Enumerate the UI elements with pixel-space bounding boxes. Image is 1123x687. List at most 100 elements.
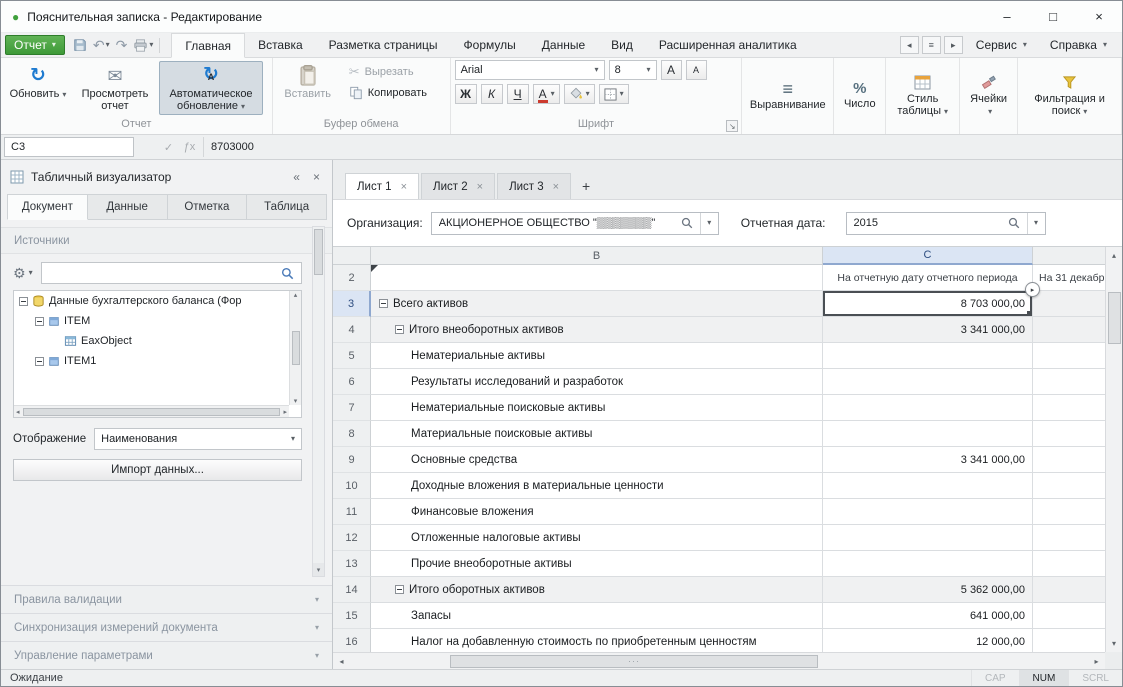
tree-item-balance-data[interactable]: Данные бухгалтерского баланса (Фор (14, 291, 301, 311)
grid-cell[interactable] (1033, 551, 1105, 577)
scrollbar-thumb[interactable] (1108, 292, 1121, 344)
redo-button[interactable]: ↷ (113, 35, 131, 56)
row-number[interactable]: 13 (333, 551, 371, 577)
grid-cell[interactable] (1033, 317, 1105, 343)
ribbon-tab-insert[interactable]: Вставка (245, 33, 316, 57)
maximize-button[interactable]: □ (1030, 1, 1076, 32)
scroll-down-icon[interactable]: ▾ (1106, 635, 1123, 652)
font-color-button[interactable]: А ▾ (533, 84, 560, 104)
scroll-right-icon[interactable]: ▸ (1088, 653, 1105, 670)
grid-cell[interactable]: 12 000,00 (823, 629, 1033, 652)
panel-tab-data[interactable]: Данные (87, 194, 168, 220)
grid-cell[interactable]: На 31 декабр (1033, 265, 1105, 291)
grid-cell[interactable]: Итого оборотных активов (371, 577, 823, 603)
row-number[interactable]: 3 (333, 291, 371, 317)
grid-cell[interactable]: Основные средства (371, 447, 823, 473)
row-number[interactable]: 5 (333, 343, 371, 369)
print-button[interactable]: ▾ (130, 35, 156, 56)
borders-button[interactable]: ▾ (599, 84, 629, 104)
italic-button[interactable]: К (481, 84, 503, 104)
grid-cell[interactable] (823, 499, 1033, 525)
scrollbar-thumb[interactable] (23, 408, 281, 416)
panel-tab-document[interactable]: Документ (7, 194, 88, 220)
row-number[interactable]: 8 (333, 421, 371, 447)
ribbon-list-button[interactable]: ≡ (922, 36, 941, 54)
ribbon-tab-data[interactable]: Данные (529, 33, 598, 57)
grid-cell[interactable] (823, 369, 1033, 395)
collapse-minus-icon[interactable] (395, 325, 404, 334)
sheet-tab-close-icon[interactable]: × (401, 181, 407, 193)
service-menu[interactable]: Сервис ▾ (966, 35, 1037, 55)
scroll-left-icon[interactable]: ◂ (16, 408, 20, 416)
sheet-tab-3[interactable]: Лист 3 × (497, 173, 571, 199)
scroll-down-icon[interactable]: ▾ (294, 397, 298, 405)
grid-cell[interactable]: 5 362 000,00 (823, 577, 1033, 603)
grid-cell[interactable] (371, 265, 823, 291)
grid-cell[interactable]: На отчетную дату отчетного периода (823, 265, 1033, 291)
ribbon-scroll-left-button[interactable]: ◂ (900, 36, 919, 54)
tree-item-item[interactable]: ITEM (14, 311, 301, 331)
grid-cell[interactable]: Материальные поисковые активы (371, 421, 823, 447)
row-number[interactable]: 14 (333, 577, 371, 603)
report-date-combo[interactable]: 2015 ▾ (846, 212, 1046, 235)
horizontal-scrollbar[interactable]: ◂ ··· ▸ (333, 652, 1105, 669)
refresh-button[interactable]: ↻ Обновить▾ (5, 61, 71, 103)
column-header-b[interactable]: B (371, 247, 823, 265)
sheet-tab-2[interactable]: Лист 2 × (421, 173, 495, 199)
collapse-minus-icon[interactable] (19, 297, 28, 306)
ribbon-tab-view[interactable]: Вид (598, 33, 646, 57)
grid-cell[interactable] (823, 395, 1033, 421)
fill-color-button[interactable]: ▾ (564, 84, 595, 104)
section-validation-rules[interactable]: Правила валидации ▾ (1, 585, 332, 613)
grid-cell[interactable]: 3 341 000,00 (823, 317, 1033, 343)
grid-cell[interactable]: Прочие внеоборотные активы (371, 551, 823, 577)
ribbon-tab-page-layout[interactable]: Разметка страницы (316, 33, 451, 57)
copy-button[interactable]: Копировать (343, 82, 433, 103)
grid-cell[interactable] (1033, 603, 1105, 629)
vertical-scrollbar[interactable]: ▴ ▾ (1105, 247, 1122, 652)
column-header-d[interactable] (1033, 247, 1105, 265)
grid-cell[interactable]: Налог на добавленную стоимость по приобр… (371, 629, 823, 652)
import-data-button[interactable]: Импорт данных... (13, 459, 302, 481)
ribbon-scroll-right-button[interactable]: ▸ (944, 36, 963, 54)
row-number[interactable]: 4 (333, 317, 371, 343)
cells-button[interactable]: Ячейки▾ (960, 58, 1017, 134)
formula-input[interactable]: 8703000 (203, 137, 1122, 157)
grid-cell[interactable] (823, 525, 1033, 551)
preview-report-button[interactable]: ✉ Просмотреть отчет (71, 61, 159, 115)
collapse-minus-icon[interactable] (379, 299, 388, 308)
grid-cell[interactable] (1033, 525, 1105, 551)
grid-cell[interactable] (1033, 447, 1105, 473)
table-style-button[interactable]: Стиль таблицы▾ (886, 58, 959, 134)
collapse-minus-icon[interactable] (35, 357, 44, 366)
number-button[interactable]: % Число (834, 58, 885, 134)
sheet-tab-close-icon[interactable]: × (553, 181, 559, 193)
scrollbar-thumb[interactable] (314, 229, 323, 275)
dropdown-caret-icon[interactable]: ▾ (1028, 213, 1045, 234)
bold-button[interactable]: Ж (455, 84, 477, 104)
panel-tab-mark[interactable]: Отметка (167, 194, 248, 220)
grid-cell[interactable] (1033, 395, 1105, 421)
tree-vertical-scrollbar[interactable]: ▴ ▾ (289, 291, 301, 405)
row-number[interactable]: 15 (333, 603, 371, 629)
fill-handle[interactable] (1027, 311, 1032, 316)
column-header-c[interactable]: C (823, 247, 1033, 265)
report-menu-button[interactable]: Отчет ▾ (5, 35, 65, 55)
grid-cell[interactable] (1033, 343, 1105, 369)
collapse-minus-icon[interactable] (395, 585, 404, 594)
decrease-font-button[interactable]: A (686, 60, 707, 80)
row-number[interactable]: 7 (333, 395, 371, 421)
dropdown-caret-icon[interactable]: ▾ (701, 213, 718, 234)
collapse-minus-icon[interactable] (35, 317, 44, 326)
scrollbar-thumb[interactable]: ··· (450, 655, 818, 668)
font-size-combo[interactable]: 8 ▾ (609, 60, 657, 80)
display-mode-combo[interactable]: Наименования ▾ (94, 428, 302, 450)
row-number[interactable]: 12 (333, 525, 371, 551)
minimize-button[interactable]: – (984, 1, 1030, 32)
grid-cell[interactable]: Всего активов (371, 291, 823, 317)
grid-cell[interactable]: Нематериальные поисковые активы (371, 395, 823, 421)
sources-settings-button[interactable]: ⚙ ▾ (13, 265, 33, 282)
sheet-tab-close-icon[interactable]: × (477, 181, 483, 193)
panel-scrollbar[interactable]: ▾ (312, 226, 325, 577)
grid-cell[interactable] (823, 551, 1033, 577)
